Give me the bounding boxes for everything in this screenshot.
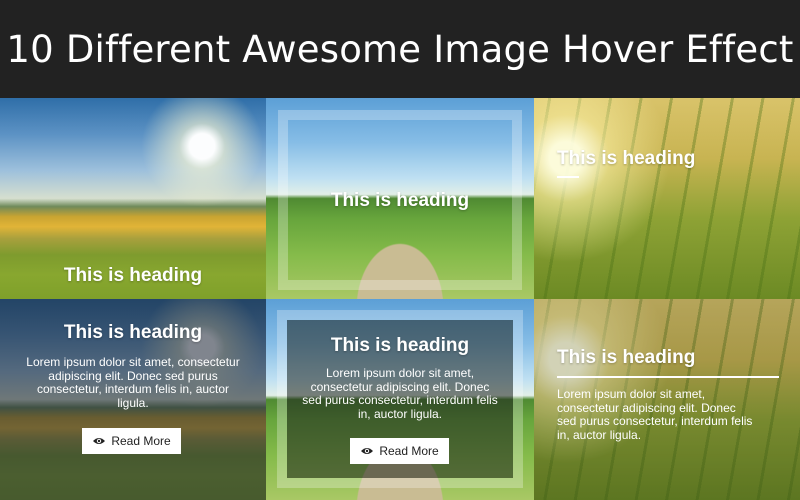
effect-tile-1[interactable]: This is heading (0, 98, 266, 299)
body-line: consectetur, interdum felis in, auctor (36, 382, 230, 396)
body-line: in, auctor ligula. (557, 427, 642, 442)
body-line: Lorem ipsum dolor sit amet, consectetur (26, 355, 240, 369)
body-line: in, auctor ligula. (357, 406, 443, 421)
effect-tile-4[interactable]: This is heading Lorem ipsum dolor sit am… (0, 299, 266, 500)
heading-underline (557, 376, 779, 378)
tile-heading: This is heading (63, 322, 203, 343)
heading-underline (557, 176, 579, 178)
eye-icon (93, 438, 106, 444)
effect-tile-5[interactable]: This is heading Lorem ipsum dolor sit am… (266, 299, 534, 500)
body-line: ligula. (117, 395, 149, 410)
page-title: 10 Different Awesome Image Hover Effect (6, 27, 794, 71)
body-line: sed purus consectetur, interdum felis (557, 414, 753, 428)
body-line: sed purus consectetur, interdum felis (302, 393, 498, 407)
effect-tile-2[interactable]: This is heading (266, 98, 534, 299)
body-line: Lorem ipsum dolor sit amet, (325, 366, 475, 380)
read-more-button[interactable]: Read More (350, 438, 449, 464)
body-line: Lorem ipsum dolor sit amet, (557, 387, 706, 401)
hover-effect-grid: This is heading This is heading This is … (0, 98, 800, 500)
tile-body-text: Lorem ipsum dolor sit amet, consectetur … (557, 387, 793, 442)
page-header: 10 Different Awesome Image Hover Effect (0, 0, 800, 98)
effect-tile-3[interactable]: This is heading (534, 98, 800, 299)
tile-heading: This is heading (330, 190, 470, 211)
button-label: Read More (379, 444, 439, 458)
body-line: adipiscing elit. Donec sed purus (48, 368, 218, 383)
effect-tile-6[interactable]: This is heading Lorem ipsum dolor sit am… (534, 299, 800, 500)
tile-body-text: Lorem ipsum dolor sit amet, consectetur … (292, 366, 508, 421)
body-line: consectetur adipiscing elit. Donec (557, 400, 736, 415)
wheat-field-image (534, 98, 800, 299)
tile-heading: This is heading (63, 265, 203, 286)
eye-icon (361, 448, 374, 454)
tile-heading: This is heading (557, 148, 696, 169)
tile-heading: This is heading (557, 347, 696, 368)
button-label: Read More (111, 434, 171, 448)
body-line: consectetur adipiscing elit. Donec (310, 379, 490, 394)
read-more-button[interactable]: Read More (82, 428, 181, 454)
tile-heading: This is heading (330, 335, 470, 356)
tile-body-text: Lorem ipsum dolor sit amet, consectetur … (10, 355, 256, 410)
